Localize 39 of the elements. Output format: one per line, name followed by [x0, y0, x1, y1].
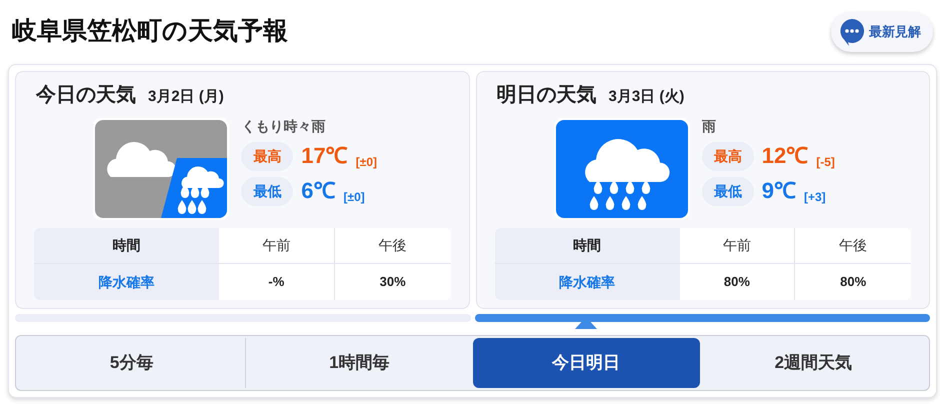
date-label: 3月2日 (月)	[148, 87, 224, 107]
tab[interactable]: 5分毎	[18, 338, 246, 388]
row-header: 時間	[494, 228, 680, 264]
low-difference: [+3]	[804, 188, 826, 206]
high-label: 最高	[241, 142, 294, 170]
table-cell: 80%	[795, 264, 911, 300]
rain-icon	[556, 120, 688, 218]
table-cell: 30%	[334, 264, 450, 300]
table-cell: -%	[219, 264, 335, 300]
high-difference: [-5]	[816, 154, 835, 170]
column-header: 午前	[680, 228, 796, 264]
low-difference: [±0]	[344, 188, 365, 206]
tab[interactable]: 2週間天気	[700, 338, 927, 388]
row-header: 時間	[34, 228, 219, 264]
low-label: 最低	[241, 176, 294, 206]
column-header: 午前	[219, 228, 335, 264]
low-label: 最低	[702, 176, 754, 206]
speech-bubble-icon	[839, 18, 865, 46]
opinion-button[interactable]: 最新見解	[831, 12, 933, 52]
row-header: 降水確率	[34, 264, 219, 300]
column-header: 午後	[334, 228, 450, 264]
high-difference: [±0]	[356, 154, 377, 170]
high-temperature: 12℃	[762, 145, 808, 167]
day-heading: 明日の天気	[496, 83, 596, 108]
weather-label: 雨	[702, 118, 717, 136]
low-temperature: 6℃	[301, 180, 336, 202]
weather-label: くもり時々雨	[241, 118, 326, 136]
tab[interactable]: 今日明日	[472, 338, 700, 388]
cloudy-rain-icon	[95, 120, 228, 218]
high-label: 最高	[702, 142, 754, 170]
tab[interactable]: 1時間毎	[246, 338, 472, 388]
column-header: 午後	[795, 228, 911, 264]
date-label: 3月3日 (火)	[608, 87, 684, 107]
table-cell: 80%	[680, 264, 796, 300]
day-heading: 今日の天気	[36, 83, 136, 108]
high-temperature: 17℃	[301, 145, 348, 167]
row-header: 降水確率	[494, 264, 680, 300]
page-title: 岐阜県笠松町の天気予報	[11, 16, 288, 48]
low-temperature: 9℃	[762, 180, 796, 202]
